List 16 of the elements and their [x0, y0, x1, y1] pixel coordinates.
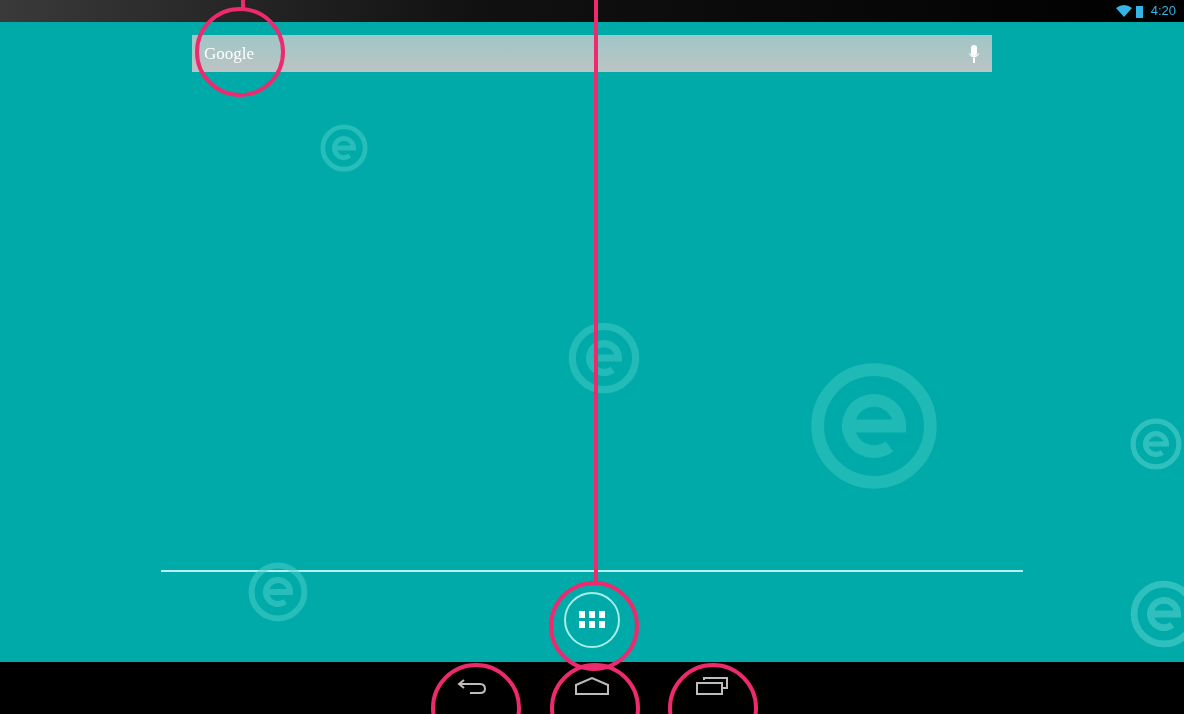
- wallpaper-logo-icon: [1130, 418, 1182, 470]
- stacked-windows-icon: [695, 676, 729, 696]
- status-time: 4:20: [1150, 2, 1176, 21]
- wallpaper-logo-icon: [320, 124, 368, 172]
- wallpaper-logo-icon: [568, 322, 640, 394]
- wifi-icon: [1115, 5, 1132, 17]
- search-bar[interactable]: Google: [192, 35, 992, 72]
- home-outline-icon: [574, 676, 610, 696]
- app-drawer-button[interactable]: [564, 592, 620, 648]
- battery-icon: [1135, 4, 1143, 18]
- wallpaper-logo-icon: [1130, 580, 1184, 648]
- grid-dots-icon: [579, 611, 605, 629]
- wallpaper-logo-icon: [810, 362, 938, 490]
- wallpaper-logo-icon: [248, 562, 308, 622]
- search-label: Google: [204, 42, 255, 65]
- back-arrow-icon: [456, 677, 488, 695]
